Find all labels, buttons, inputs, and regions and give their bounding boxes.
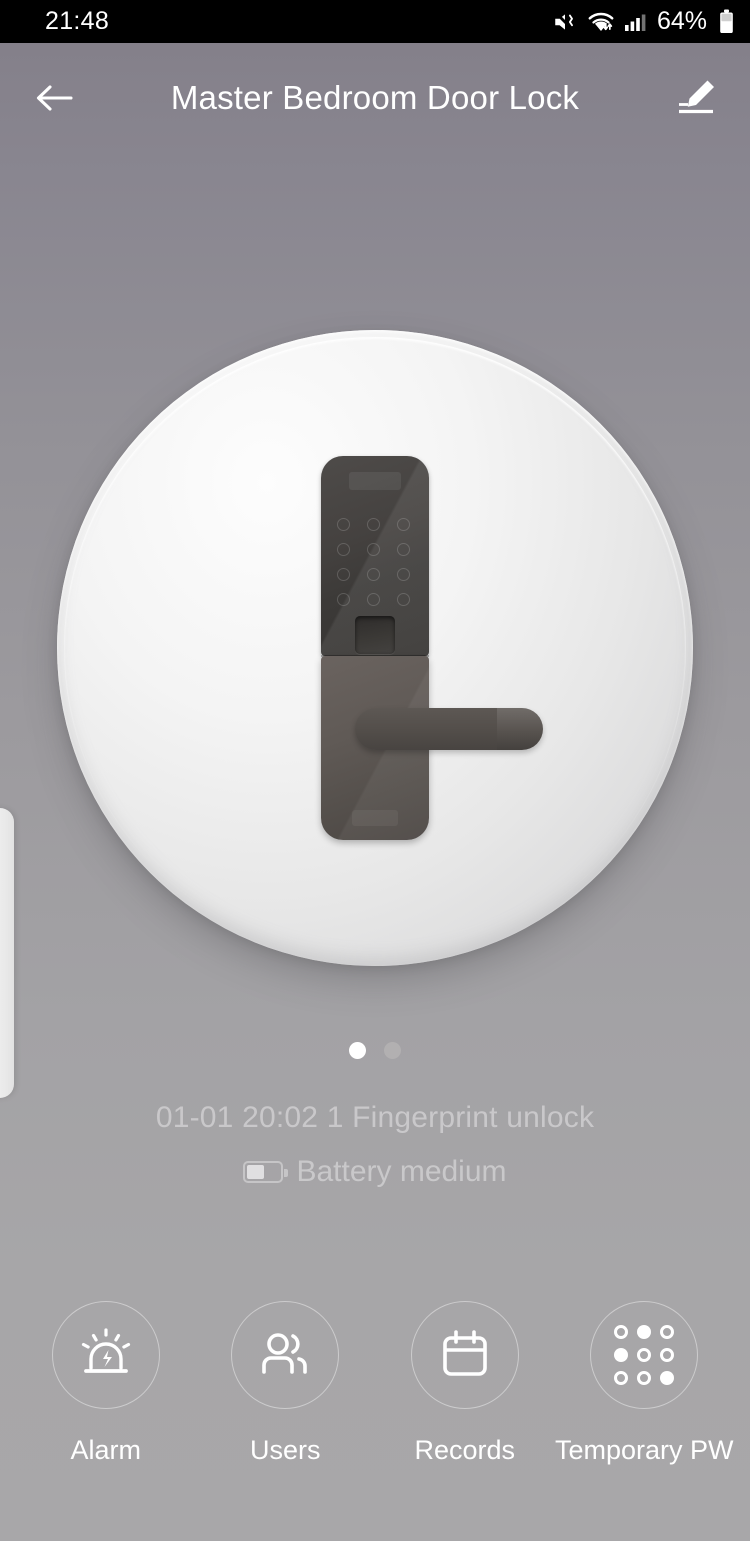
keypad-dot <box>367 568 380 581</box>
keypad-dot <box>397 593 410 606</box>
keypad-dot <box>367 593 380 606</box>
battery-icon <box>720 9 733 33</box>
calendar-records-icon <box>442 1330 487 1376</box>
keypad-icon-dot <box>660 1348 675 1362</box>
lock-display-strip <box>349 472 401 490</box>
keypad-dot <box>337 543 350 556</box>
battery-fill <box>247 1165 265 1179</box>
action-alarm-label: Alarm <box>70 1435 141 1465</box>
fingerprint-reader <box>355 616 395 654</box>
status-bar-clock: 21:48 <box>45 7 110 35</box>
wifi-icon <box>588 12 614 31</box>
status-bar-icons: 64% <box>552 9 734 35</box>
keypad-dots-icon <box>614 1325 675 1385</box>
action-alarm-circle <box>51 1301 160 1409</box>
keypad-icon-dot <box>660 1371 675 1385</box>
action-records[interactable]: Records <box>385 1301 545 1466</box>
action-temporary-pw-circle <box>590 1301 699 1409</box>
keypad-dot <box>337 593 350 606</box>
action-records-circle <box>410 1301 519 1409</box>
device-detail-screen: Master Bedroom Door Lock 01-01 20:02 1 F… <box>0 43 750 1541</box>
mute-vibrate-icon <box>553 9 577 34</box>
left-drawer-handle[interactable] <box>0 808 14 1098</box>
page-title: Master Bedroom Door Lock <box>170 79 580 116</box>
keypad-dot <box>367 543 380 556</box>
status-bar-battery-percent: 64% <box>656 7 707 35</box>
keypad-icon-dot <box>637 1325 652 1339</box>
battery-half-icon <box>243 1161 289 1183</box>
last-event-text: 01-01 20:02 1 Fingerprint unlock <box>155 1101 595 1134</box>
carousel-dot-1[interactable] <box>349 1042 366 1059</box>
keypad-dot <box>397 518 410 531</box>
action-users-circle <box>231 1301 340 1409</box>
action-users[interactable]: Users <box>205 1301 365 1466</box>
battery-status: Battery medium <box>0 1154 750 1190</box>
users-icon <box>262 1333 308 1374</box>
app-bar: Master Bedroom Door Lock <box>0 43 750 153</box>
keypad-icon-dot <box>614 1371 629 1385</box>
action-temporary-pw-label: Temporary PW <box>554 1435 734 1465</box>
lock-bottom-slot <box>352 810 398 826</box>
keypad-icon-dot <box>637 1348 652 1362</box>
keypad-dot <box>337 568 350 581</box>
phone-screen: 21:48 64% Master Bedroom Door Lock 01-01… <box>0 0 750 1541</box>
keypad-dot <box>367 518 380 531</box>
edit-device-button[interactable] <box>666 68 726 128</box>
carousel-page-indicator <box>0 1042 750 1059</box>
carousel-dot-2[interactable] <box>384 1042 401 1059</box>
action-records-label: Records <box>414 1435 516 1465</box>
lock-keypad <box>337 518 413 609</box>
status-bar: 21:48 64% <box>0 0 750 43</box>
action-users-label: Users <box>249 1435 321 1465</box>
device-status-block: 01-01 20:02 1 Fingerprint unlock Battery… <box>0 1100 750 1190</box>
device-disc <box>57 330 693 966</box>
lock-upper-panel <box>321 456 429 656</box>
keypad-dot <box>397 543 410 556</box>
arrow-left-icon <box>36 85 73 111</box>
back-button[interactable] <box>26 70 82 126</box>
keypad-icon-dot <box>637 1371 652 1385</box>
keypad-icon-dot <box>660 1325 675 1339</box>
keypad-dot <box>337 518 350 531</box>
action-alarm[interactable]: Alarm <box>26 1301 186 1466</box>
edit-pencil-icon <box>679 80 714 114</box>
battery-status-label: Battery medium <box>296 1155 507 1188</box>
door-lock-graphic <box>321 456 543 840</box>
device-illustration[interactable] <box>0 243 750 1053</box>
action-temporary-pw[interactable]: Temporary PW <box>555 1301 734 1466</box>
keypad-dot <box>397 568 410 581</box>
siren-alarm-icon <box>81 1328 130 1373</box>
keypad-icon-dot <box>614 1348 629 1362</box>
keypad-icon-dot <box>614 1325 629 1339</box>
action-button-row: Alarm Users Records Temporary PW <box>0 1301 750 1466</box>
cellular-signal-icon <box>624 14 646 31</box>
handle-gloss <box>497 708 543 750</box>
lock-handle <box>355 708 543 750</box>
